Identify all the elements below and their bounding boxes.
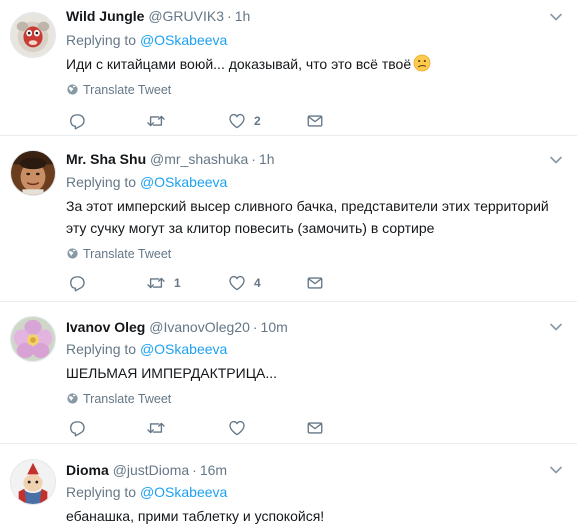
author-handle[interactable]: @justDioma <box>113 462 189 478</box>
envelope-icon <box>306 274 324 292</box>
retweet-icon <box>146 112 166 130</box>
separator-dot: · <box>227 8 232 24</box>
timestamp[interactable]: 16m <box>200 462 227 478</box>
timestamp[interactable]: 1h <box>259 151 275 167</box>
tweet-header: Mr. Sha Shu @mr_shashuka · 1h <box>66 150 275 168</box>
direct-message-button[interactable] <box>306 419 324 437</box>
reply-icon <box>68 419 86 437</box>
tweet[interactable]: Mr. Sha Shu @mr_shashuka · 1h Replying to … <box>0 136 577 302</box>
translate-label[interactable]: Translate Tweet <box>83 392 171 406</box>
tweet-header: Dioma @justDioma · 16m <box>66 461 227 479</box>
tweet-header: Wild Jungle @GRUVIK3 · 1h <box>66 7 250 25</box>
author-handle[interactable]: @IvanovOleg20 <box>149 319 250 335</box>
author-handle[interactable]: @mr_shashuka <box>150 151 248 167</box>
timestamp[interactable]: 10m <box>261 319 288 335</box>
replying-to-label: Replying to <box>66 341 137 357</box>
retweet-button[interactable] <box>146 112 174 130</box>
reply-button[interactable] <box>68 274 94 292</box>
replying-to-link[interactable]: @OSkabeeva <box>140 341 227 357</box>
separator-dot: · <box>252 319 258 335</box>
envelope-icon <box>306 112 324 130</box>
globe-icon <box>66 247 79 260</box>
author-name[interactable]: Wild Jungle <box>66 8 144 24</box>
tweet-actions: 2 <box>66 112 336 132</box>
replying-to: Replying to @OSkabeeva <box>66 341 227 357</box>
translate-label[interactable]: Translate Tweet <box>83 83 171 97</box>
like-button[interactable]: 2 <box>228 112 261 130</box>
chevron-down-icon[interactable] <box>549 320 563 334</box>
separator-dot: · <box>251 151 256 167</box>
tweet[interactable]: Dioma @justDioma · 16m Replying to @OSkabe… <box>0 444 577 528</box>
direct-message-button[interactable] <box>306 112 324 130</box>
tweet-header: Ivanov Oleg @IvanovOleg20 · 10m <box>66 318 288 336</box>
like-button[interactable] <box>228 419 254 437</box>
translate-tweet[interactable]: Translate Tweet <box>66 392 171 406</box>
tweet-text-content: ебанашка, прими таблетку и успокойся! <box>66 508 325 524</box>
reply-icon <box>68 112 86 130</box>
tweet-actions <box>66 419 336 439</box>
replying-to-link[interactable]: @OSkabeeva <box>140 32 227 48</box>
timestamp[interactable]: 1h <box>235 8 251 24</box>
replying-to: Replying to @OSkabeeva <box>66 32 227 48</box>
globe-icon <box>66 83 79 96</box>
like-count: 4 <box>254 276 261 290</box>
avatar[interactable] <box>10 12 56 58</box>
replying-to: Replying to @OSkabeeva <box>66 484 227 500</box>
chevron-down-icon[interactable] <box>549 463 563 477</box>
retweet-button[interactable]: 1 <box>146 274 181 292</box>
tweet-text: За этот имперский высер сливного бачка, … <box>66 195 563 239</box>
heart-icon <box>228 419 246 437</box>
replying-to-link[interactable]: @OSkabeeva <box>140 484 227 500</box>
reply-icon <box>68 274 86 292</box>
translate-label[interactable]: Translate Tweet <box>83 247 171 261</box>
tweet[interactable]: Wild Jungle @GRUVIK3 · 1h Replying to @OSk… <box>0 0 577 136</box>
tweet-text: Иди с китайцами воюй... доказывай, что э… <box>66 53 563 75</box>
globe-icon <box>66 392 79 405</box>
author-name[interactable]: Dioma <box>66 462 109 478</box>
replying-to-link[interactable]: @OSkabeeva <box>140 174 227 190</box>
translate-tweet[interactable]: Translate Tweet <box>66 247 171 261</box>
tweet-actions: 1 4 <box>66 274 336 294</box>
confused-face-emoji-icon <box>413 54 431 72</box>
avatar[interactable] <box>10 459 56 505</box>
retweet-icon <box>146 274 166 292</box>
retweet-count: 1 <box>174 276 181 290</box>
separator-dot: · <box>192 462 197 478</box>
retweet-icon <box>146 419 166 437</box>
heart-icon <box>228 274 246 292</box>
author-name[interactable]: Mr. Sha Shu <box>66 151 146 167</box>
tweet-text-content: Иди с китайцами воюй... доказывай, что э… <box>66 56 412 72</box>
replying-to: Replying to @OSkabeeva <box>66 174 227 190</box>
tweet-text-content: За этот имперский высер сливного бачка, … <box>66 198 549 236</box>
chevron-down-icon[interactable] <box>549 10 563 24</box>
replying-to-label: Replying to <box>66 174 137 190</box>
retweet-button[interactable] <box>146 419 174 437</box>
tweet-text: ШЕЛЬМАЯ ИМПЕРДАКТРИЦА... <box>66 362 563 384</box>
avatar[interactable] <box>10 150 56 196</box>
replying-to-label: Replying to <box>66 32 137 48</box>
chevron-down-icon[interactable] <box>549 153 563 167</box>
translate-tweet[interactable]: Translate Tweet <box>66 83 171 97</box>
reply-button[interactable] <box>68 419 94 437</box>
tweet[interactable]: Ivanov Oleg @IvanovOleg20 · 10m Replying t… <box>0 302 577 444</box>
envelope-icon <box>306 419 324 437</box>
replying-to-label: Replying to <box>66 484 137 500</box>
like-button[interactable]: 4 <box>228 274 261 292</box>
direct-message-button[interactable] <box>306 274 324 292</box>
like-count: 2 <box>254 114 261 128</box>
author-name[interactable]: Ivanov Oleg <box>66 319 145 335</box>
avatar[interactable] <box>10 316 56 362</box>
tweet-text: ебанашка, прими таблетку и успокойся! <box>66 505 563 527</box>
tweet-text-content: ШЕЛЬМАЯ ИМПЕРДАКТРИЦА... <box>66 365 278 381</box>
reply-button[interactable] <box>68 112 94 130</box>
heart-icon <box>228 112 246 130</box>
author-handle[interactable]: @GRUVIK3 <box>148 8 224 24</box>
